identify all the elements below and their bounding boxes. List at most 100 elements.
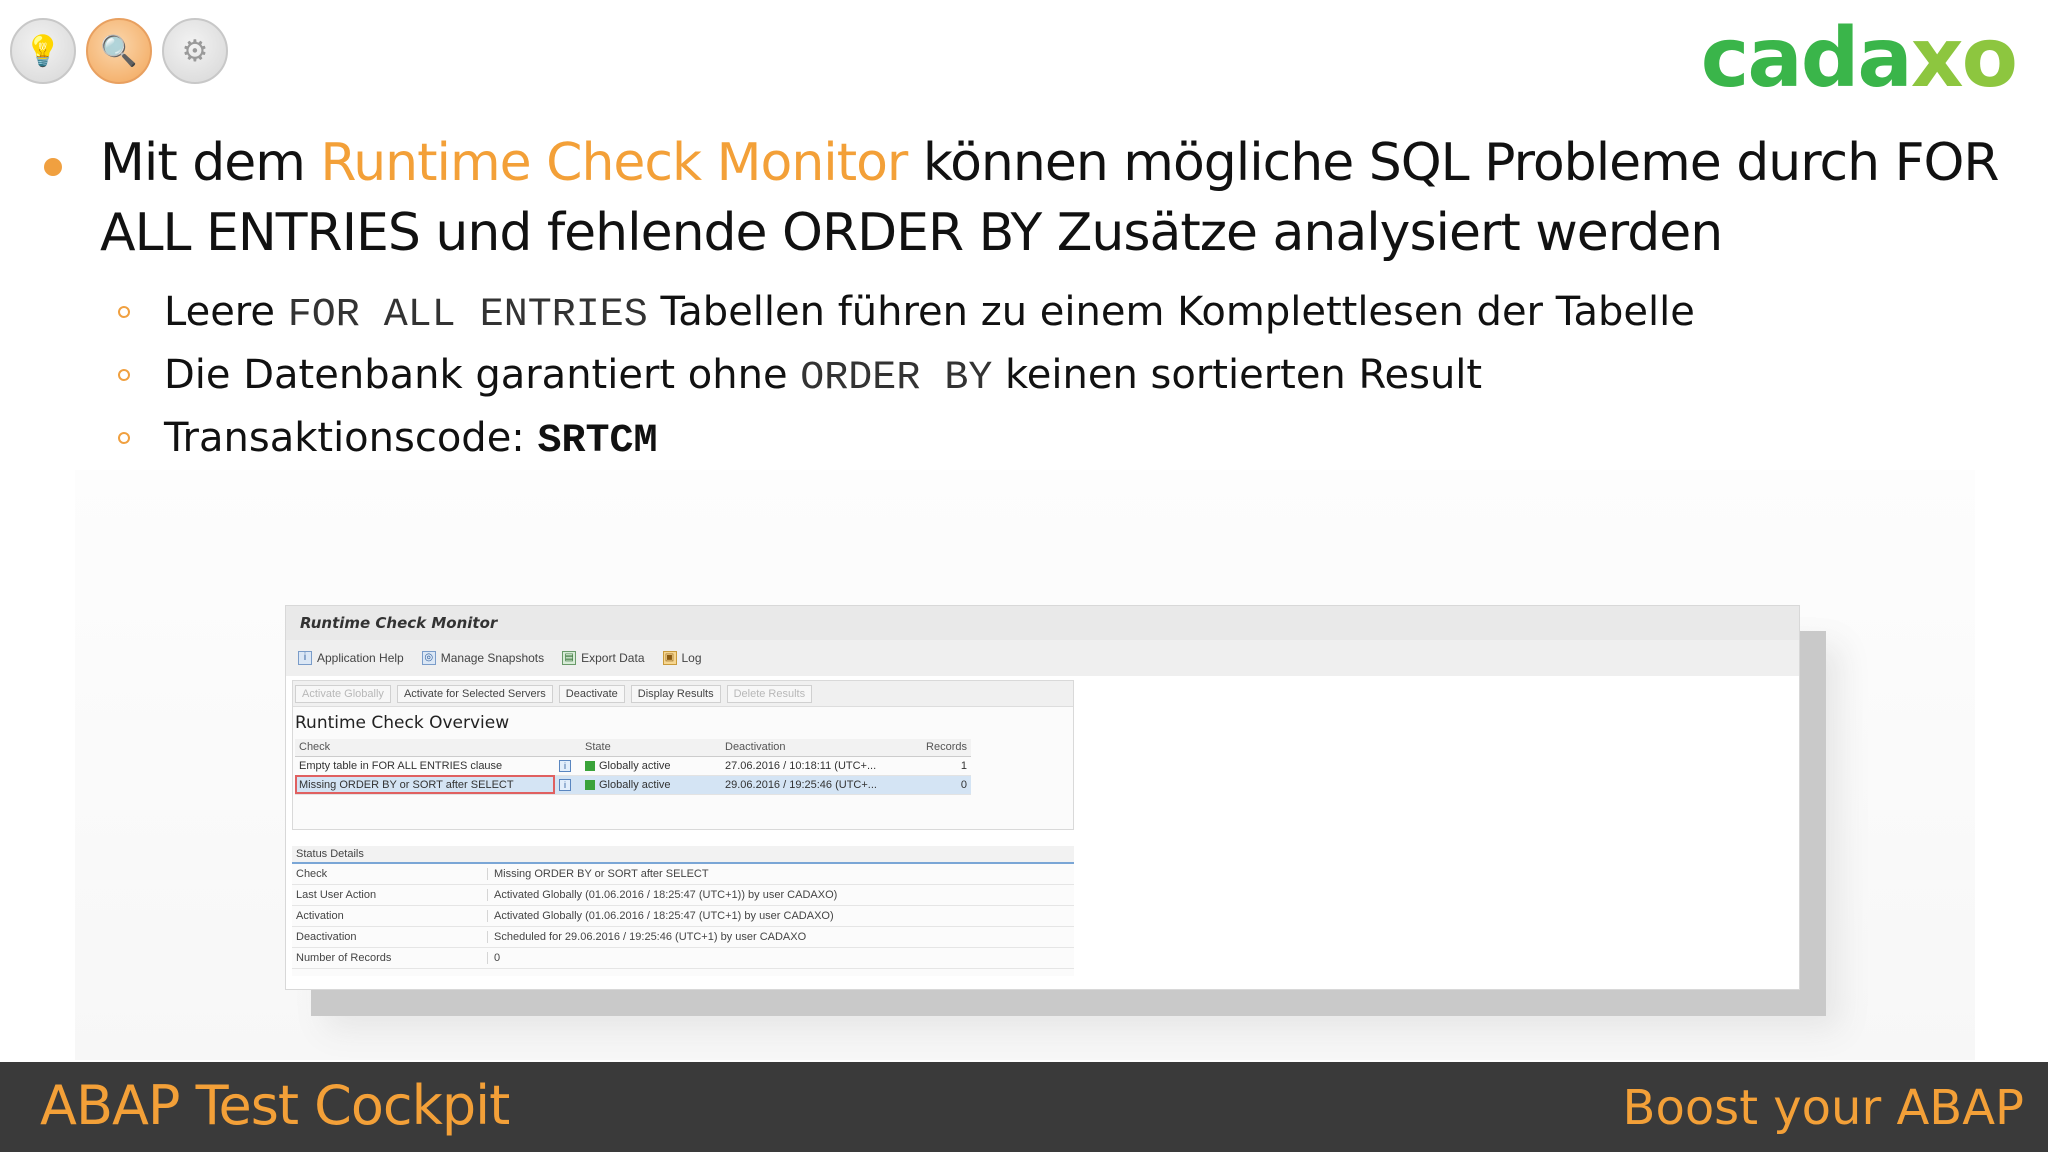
sub-bullet-2: Die Datenbank garantiert ohne ORDER BY k… xyxy=(118,345,1695,408)
help-icon: i xyxy=(298,651,312,665)
b1-pre: Leere xyxy=(164,289,288,335)
table-row-selected[interactable]: Missing ORDER BY or SORT after SELECT i … xyxy=(295,775,971,795)
detail-value: Activated Globally (01.06.2016 / 18:25:4… xyxy=(494,910,834,922)
activate-selected-servers-button[interactable]: Activate for Selected Servers xyxy=(396,684,553,703)
puzzle-glyph: ⚙ xyxy=(181,33,209,69)
snapshots-label: Manage Snapshots xyxy=(440,651,545,665)
cell-state: Globally active xyxy=(581,775,721,795)
info-icon: i xyxy=(559,759,571,772)
cell-records: 0 xyxy=(911,775,971,795)
display-results-button[interactable]: Display Results xyxy=(630,684,721,703)
detail-value: 0 xyxy=(494,952,501,964)
export-icon: ▤ xyxy=(562,651,577,665)
footer-tagline: Boost your ABAP xyxy=(1622,1080,2024,1136)
detail-row-check: Check Missing ORDER BY or SORT after SEL… xyxy=(292,864,1074,885)
sub-bullet-1: Leere FOR ALL ENTRIES Tabellen führen zu… xyxy=(118,282,1695,345)
help-label: Application Help xyxy=(317,651,404,665)
detail-value: Activated Globally (01.06.2016 / 18:25:4… xyxy=(494,889,838,901)
log-icon: ▣ xyxy=(662,651,677,665)
application-help-button[interactable]: i Application Help xyxy=(298,651,404,665)
top-icon-bar: 💡 🔍 ⚙ xyxy=(10,18,228,84)
status-details-panel: Status Details Check Missing ORDER BY or… xyxy=(292,846,1074,976)
export-data-button[interactable]: ▤ Export Data xyxy=(562,651,645,665)
log-label: Log xyxy=(681,651,702,665)
col-check[interactable]: Check xyxy=(295,739,555,757)
puzzle-icon[interactable]: ⚙ xyxy=(162,18,228,84)
detail-key: Activation xyxy=(292,910,488,922)
detail-key: Number of Records xyxy=(292,952,488,964)
export-label: Export Data xyxy=(581,651,645,665)
sub-bullet-list: Leere FOR ALL ENTRIES Tabellen führen zu… xyxy=(118,282,1695,471)
bullet-dot xyxy=(44,158,62,176)
detail-key: Last User Action xyxy=(292,889,488,901)
cell-info[interactable]: i xyxy=(555,756,581,776)
status-green-icon xyxy=(585,760,595,771)
sub-bullet-3: Transaktionscode: SRTCM xyxy=(118,408,1695,471)
b2-post: keinen sortierten Result xyxy=(992,352,1483,398)
footer-bar: ABAP Test Cockpit Boost your ABAP xyxy=(0,1062,2048,1152)
main-bullet: Mit dem Runtime Check Monitor können mög… xyxy=(40,128,2020,268)
screen-title: Runtime Check Monitor xyxy=(286,606,1799,640)
status-details-header: Status Details xyxy=(292,846,1074,864)
info-icon: i xyxy=(559,778,571,791)
deactivate-button[interactable]: Deactivate xyxy=(558,684,625,703)
cell-deactivation: 29.06.2016 / 19:25:46 (UTC+... xyxy=(721,775,911,795)
lightbulb-glyph: 💡 xyxy=(24,33,62,69)
state-text: Globally active xyxy=(599,759,671,772)
app-toolbar: i Application Help ◎ Manage Snapshots ▤ Exp… xyxy=(286,640,1799,676)
table-header-row: Check State Deactivation Records xyxy=(295,739,971,757)
heading-prefix: Mit dem xyxy=(100,133,321,193)
col-deactivation[interactable]: Deactivation xyxy=(721,739,911,757)
b3-pre: Transaktionscode: xyxy=(164,415,538,461)
cell-check: Empty table in FOR ALL ENTRIES clause xyxy=(295,756,555,776)
detail-row-records: Number of Records 0 xyxy=(292,948,1074,969)
state-text: Globally active xyxy=(599,778,671,791)
detail-key: Check xyxy=(292,868,488,880)
sub-bullet-text: Transaktionscode: SRTCM xyxy=(164,415,658,464)
cell-info[interactable]: i xyxy=(555,775,581,795)
sub-bullet-marker xyxy=(118,306,130,318)
cell-deactivation: 27.06.2016 / 10:18:11 (UTC+... xyxy=(721,756,911,776)
b3-code: SRTCM xyxy=(537,419,658,464)
activate-globally-button[interactable]: Activate Globally xyxy=(295,684,391,703)
detail-row-deactivation: Deactivation Scheduled for 29.06.2016 / … xyxy=(292,927,1074,948)
col-state[interactable]: State xyxy=(581,739,721,757)
detail-row-last-action: Last User Action Activated Globally (01.… xyxy=(292,885,1074,906)
table-row[interactable]: Empty table in FOR ALL ENTRIES clause i … xyxy=(295,756,971,776)
col-records[interactable]: Records xyxy=(911,739,971,757)
overview-button-bar: Activate Globally Activate for Selected … xyxy=(293,681,1073,707)
cell-state: Globally active xyxy=(581,756,721,776)
cell-records: 1 xyxy=(911,756,971,776)
overview-table: Check State Deactivation Records Empty t… xyxy=(295,739,971,795)
detail-value: Scheduled for 29.06.2016 / 19:25:46 (UTC… xyxy=(494,931,807,943)
overview-panel: Activate Globally Activate for Selected … xyxy=(292,680,1074,830)
cell-check: Missing ORDER BY or SORT after SELECT xyxy=(295,775,555,795)
sub-bullet-marker xyxy=(118,369,130,381)
runtime-check-monitor-screenshot: Runtime Check Monitor i Application Help … xyxy=(285,605,1800,990)
detail-key: Deactivation xyxy=(292,931,488,943)
sub-bullet-text: Die Datenbank garantiert ohne ORDER BY k… xyxy=(164,352,1482,401)
search-glyph: 🔍 xyxy=(100,33,138,69)
snapshot-icon: ◎ xyxy=(421,651,436,665)
manage-snapshots-button[interactable]: ◎ Manage Snapshots xyxy=(421,651,545,665)
footer-title: ABAP Test Cockpit xyxy=(40,1074,510,1137)
status-green-icon xyxy=(585,779,595,790)
cadaxo-logo: cadaxo xyxy=(1700,11,2018,106)
logo-accent: xo xyxy=(1910,11,2018,106)
search-icon[interactable]: 🔍 xyxy=(86,18,152,84)
log-button[interactable]: ▣ Log xyxy=(662,651,702,665)
detail-row-activation: Activation Activated Globally (01.06.201… xyxy=(292,906,1074,927)
sub-bullet-marker xyxy=(118,432,130,444)
logo-main: cada xyxy=(1700,11,1913,106)
b2-code: ORDER BY xyxy=(800,356,993,401)
heading-highlight: Runtime Check Monitor xyxy=(320,133,908,193)
delete-results-button[interactable]: Delete Results xyxy=(726,684,813,703)
lightbulb-icon[interactable]: 💡 xyxy=(10,18,76,84)
b2-pre: Die Datenbank garantiert ohne xyxy=(164,352,801,398)
overview-title: Runtime Check Overview xyxy=(295,713,510,733)
col-info xyxy=(555,739,581,757)
main-heading: Mit dem Runtime Check Monitor können mög… xyxy=(100,128,2020,268)
sub-bullet-text: Leere FOR ALL ENTRIES Tabellen führen zu… xyxy=(164,289,1695,338)
detail-value: Missing ORDER BY or SORT after SELECT xyxy=(494,868,709,880)
b1-code: FOR ALL ENTRIES xyxy=(287,293,648,338)
